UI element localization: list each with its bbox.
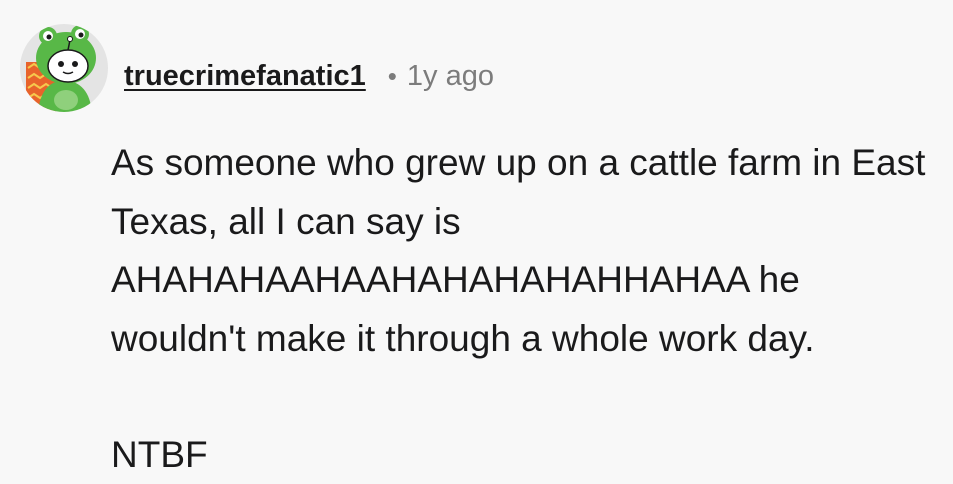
separator-dot: •	[387, 60, 397, 91]
frog-hood-snoo-avatar-icon	[20, 24, 108, 112]
comment-meta: truecrimefanatic1 • 1y ago	[124, 56, 494, 96]
comment-paragraph: NTBF	[111, 434, 208, 475]
comment: truecrimefanatic1 • 1y ago As someone wh…	[0, 0, 953, 484]
comment-paragraph: As someone who grew up on a cattle farm …	[111, 142, 926, 359]
comment-body: As someone who grew up on a cattle farm …	[111, 134, 941, 484]
user-avatar[interactable]	[18, 22, 110, 114]
username-link[interactable]: truecrimefanatic1	[124, 60, 366, 93]
timestamp[interactable]: 1y ago	[407, 60, 494, 93]
